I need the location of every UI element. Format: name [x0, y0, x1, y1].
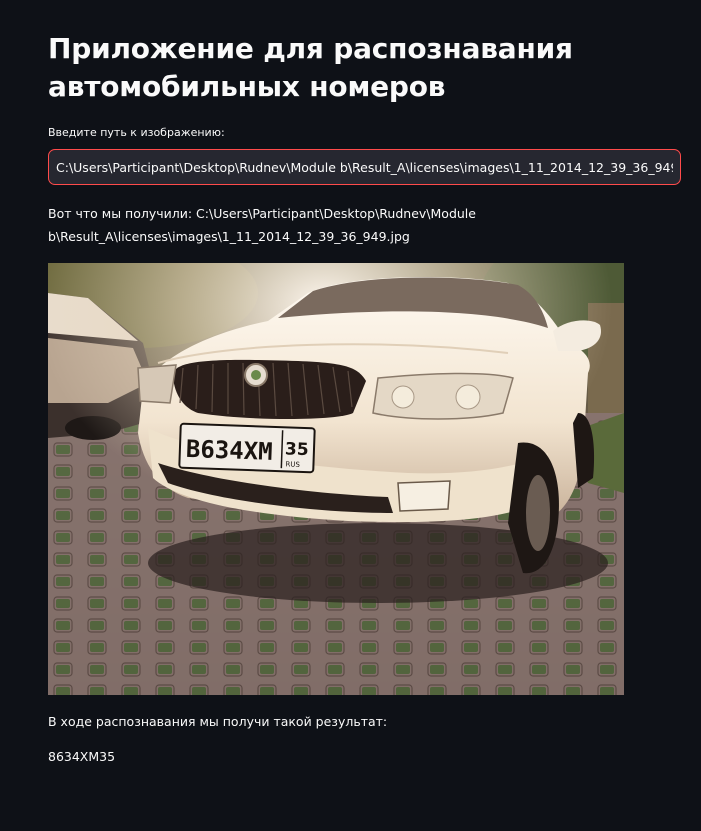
car-photo: В634ХМ 35 RUS	[48, 263, 624, 695]
plate-region: 35	[285, 439, 309, 460]
license-plate: В634ХМ 35 RUS	[178, 422, 316, 474]
main-content: Приложение для распознавания автомобильн…	[48, 30, 681, 766]
recognition-label: В ходе распознавания мы получи такой рез…	[48, 714, 388, 729]
received-path-text: Вот что мы получили: C:\Users\Participan…	[48, 206, 476, 244]
page-title: Приложение для распознавания автомобильн…	[48, 32, 573, 103]
path-input-label: Введите путь к изображению:	[48, 126, 225, 139]
path-input[interactable]	[48, 149, 681, 185]
plate-country: RUS	[285, 460, 300, 469]
recognition-result: 8634XM35	[48, 749, 116, 764]
plate-number: В634ХМ	[185, 435, 273, 466]
